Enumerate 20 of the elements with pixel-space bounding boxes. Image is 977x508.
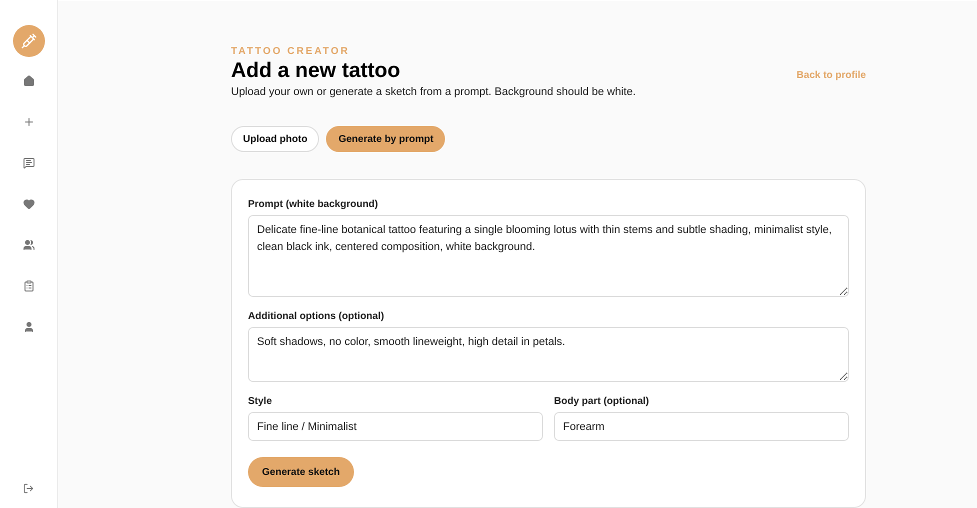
page-subtitle: Upload your own or generate a sketch from a prompt. Background should be white. bbox=[231, 85, 636, 100]
style-field[interactable]: Fine line / Minimalist bbox=[248, 412, 543, 441]
generate-sketch-button[interactable]: Generate sketch bbox=[248, 457, 354, 487]
field-label: Additional options (optional) bbox=[248, 310, 386, 324]
body-part-field[interactable]: Forearm bbox=[554, 412, 849, 441]
message-icon[interactable] bbox=[22, 156, 36, 170]
options-field[interactable]: Soft shadows, no color, smooth lineweight, high detail in petals. bbox=[248, 327, 849, 382]
clipboard-icon[interactable] bbox=[22, 279, 36, 293]
heart-icon[interactable] bbox=[22, 197, 36, 211]
mode-tab[interactable]: Upload photo bbox=[231, 126, 320, 152]
field-label: Body part (optional) bbox=[554, 395, 650, 409]
prompt-field[interactable]: Delicate fine-line botanical tattoo featuring a single blooming lotus with thin stems and subtle shading, minimalist style, clean black ink, centered composition, white background. bbox=[248, 215, 849, 297]
field-label: Style bbox=[248, 395, 273, 409]
users-icon[interactable] bbox=[22, 238, 36, 252]
mode-tab[interactable]: Generate by prompt bbox=[326, 126, 446, 152]
section-kicker: TATTOO CREATOR bbox=[231, 46, 351, 58]
logout-icon[interactable] bbox=[23, 483, 34, 494]
field-label: Prompt (white background) bbox=[248, 198, 379, 212]
home-icon[interactable] bbox=[22, 74, 36, 88]
page-title: Add a new tattoo bbox=[231, 58, 402, 84]
